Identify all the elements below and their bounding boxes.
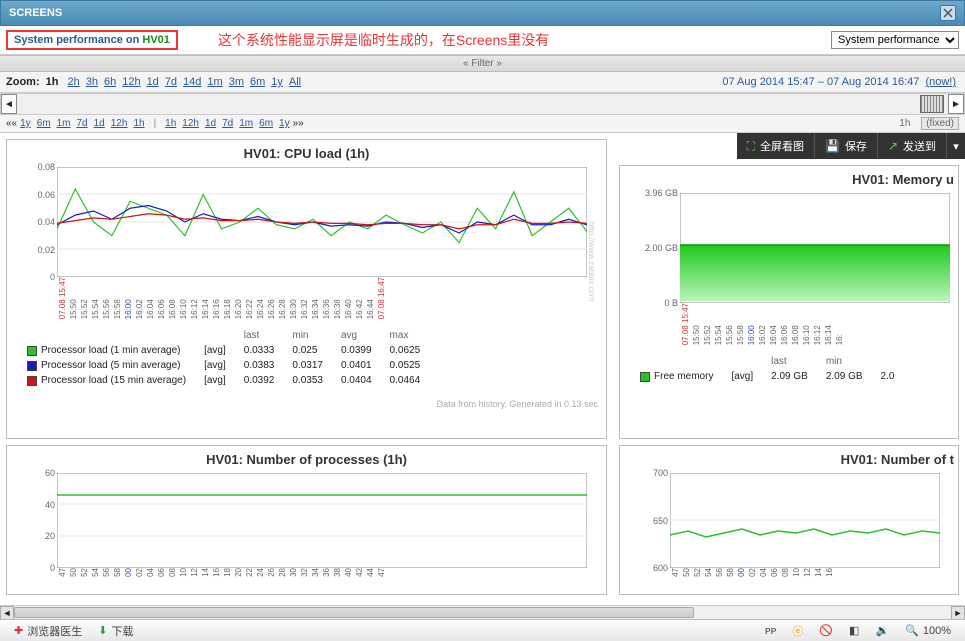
fullscreen-icon: ⛶	[747, 139, 755, 154]
scrollbar-thumb[interactable]	[14, 607, 694, 618]
block-icon[interactable]: 🚫	[819, 624, 833, 637]
time-from: 07 Aug 2014 15:47	[722, 76, 814, 88]
nav-link-1m[interactable]: 1m	[57, 118, 71, 129]
nav-link-7d[interactable]: 7d	[77, 118, 88, 129]
scroll-right-arrow[interactable]: ►	[951, 606, 965, 620]
zoom-link-6m[interactable]: 6m	[250, 76, 265, 88]
nav-back-icon: ««	[6, 118, 17, 129]
mem-chart	[680, 193, 950, 303]
time-slider[interactable]: ◄ ►	[0, 93, 965, 115]
time-now-link[interactable]: (now!)	[925, 76, 956, 88]
nav-link-1h[interactable]: 1h	[133, 118, 144, 129]
page-title-box: System performance on HV01	[6, 30, 178, 50]
nav-span-info: 1h	[899, 118, 910, 129]
zoom-link-3h[interactable]: 3h	[86, 76, 98, 88]
time-range: 07 Aug 2014 15:47 – 07 Aug 2014 16:47 (n…	[722, 76, 959, 88]
nav-link-1y[interactable]: 1y	[279, 118, 290, 129]
save-icon: 💾	[825, 139, 840, 153]
processes-panel: HV01: Number of processes (1h) 6040200 4…	[6, 445, 607, 595]
nav-link-6m[interactable]: 6m	[259, 118, 273, 129]
thread-chart	[670, 473, 940, 568]
window-titlebar: SCREENS	[0, 0, 965, 26]
thread-panel-title: HV01: Number of t	[620, 446, 958, 469]
cpu-legend-table: lastminavgmaxProcessor load (1 min avera…	[17, 327, 430, 389]
download-button[interactable]: ⬇下载	[98, 623, 133, 639]
content-area: HV01: CPU load (1h) http://www.zabbix.co…	[0, 133, 965, 601]
memory-panel: HV01: Memory u 3.96 GB2.00 GB0 B 07.08 1…	[619, 165, 959, 439]
cpu-footer: Data from history. Generated in 0.13 sec	[7, 397, 606, 413]
browser-doctor[interactable]: ✚浏览器医生	[14, 623, 82, 639]
zoom-link-3m[interactable]: 3m	[229, 76, 244, 88]
zoom-link-7d[interactable]: 7d	[165, 76, 177, 88]
annotation-text: 这个系统性能显示屏是临时生成的，在Screens里没有	[218, 30, 549, 50]
zoom-link-14d[interactable]: 14d	[183, 76, 201, 88]
zoom-active: 1h	[46, 76, 59, 88]
nav-link-1d[interactable]: 1d	[205, 118, 216, 129]
nav-link-7d[interactable]: 7d	[222, 118, 233, 129]
time-to: 07 Aug 2014 16:47	[827, 76, 919, 88]
cpu-panel-title: HV01: CPU load (1h)	[7, 140, 606, 163]
page-title-prefix: System performance on	[14, 34, 142, 46]
watermark: http://www.zabbix.com	[587, 222, 596, 302]
zoom-link-1m[interactable]: 1m	[207, 76, 222, 88]
proc-panel-title: HV01: Number of processes (1h)	[7, 446, 606, 469]
nav-fixed-toggle[interactable]: (fixed)	[921, 117, 959, 130]
slider-right-button[interactable]: ►	[948, 94, 964, 114]
zoom-indicator[interactable]: 🔍100%	[905, 624, 951, 637]
fullscreen-button[interactable]: ⛶全屏看图	[737, 133, 815, 159]
ie-mode-icon[interactable]: ⓔ	[792, 623, 803, 639]
window-title: SCREENS	[9, 7, 62, 19]
zoom-link-All[interactable]: All	[289, 76, 301, 88]
download-icon: ⬇	[98, 624, 107, 637]
nav-links-row: «« 1y6m1m7d1d12h1h | 1h12h1d7d1m6m1y »» …	[0, 115, 965, 133]
cpu-load-panel: HV01: CPU load (1h) http://www.zabbix.co…	[6, 139, 607, 439]
nav-link-1d[interactable]: 1d	[94, 118, 105, 129]
zoom-link-6h[interactable]: 6h	[104, 76, 116, 88]
nav-link-1y[interactable]: 1y	[20, 118, 31, 129]
close-icon	[943, 8, 953, 18]
close-button[interactable]	[940, 5, 956, 21]
mem-panel-title: HV01: Memory u	[620, 166, 958, 189]
mem-legend-table: lastminFree memory[avg]2.09 GB2.09 GB2.0	[630, 353, 904, 385]
nav-link-12h[interactable]: 12h	[182, 118, 199, 129]
send-icon: ↗	[888, 139, 898, 153]
scroll-left-arrow[interactable]: ◄	[0, 606, 14, 620]
medical-icon: ✚	[14, 624, 23, 637]
header-row: System performance on HV01 这个系统性能显示屏是临时生…	[0, 26, 965, 55]
cpu-chart	[57, 167, 587, 277]
zoom-icon: 🔍	[905, 624, 919, 637]
screen-select[interactable]: System performance	[831, 31, 959, 49]
nav-fwd-icon: »»	[293, 118, 304, 129]
sound-icon[interactable]: 🔉	[875, 624, 889, 637]
slider-left-button[interactable]: ◄	[1, 94, 17, 114]
threads-panel: HV01: Number of t 700650600 475052545658…	[619, 445, 959, 595]
zoom-link-1d[interactable]: 1d	[147, 76, 159, 88]
nav-link-1m[interactable]: 1m	[239, 118, 253, 129]
zoom-link-12h[interactable]: 12h	[122, 76, 140, 88]
sendto-button[interactable]: ↗发送到	[878, 133, 947, 159]
filter-bar[interactable]: « Filter »	[0, 55, 965, 72]
save-button[interactable]: 💾保存	[815, 133, 878, 159]
zoom-bar: Zoom: 1h 2h 3h 6h 12h 1d 7d 14d 1m 3m 6m 1y All 07 …	[0, 72, 965, 93]
page-title-host: HV01	[142, 34, 170, 46]
slider-handle[interactable]	[920, 95, 944, 113]
zoom-link-2h[interactable]: 2h	[67, 76, 79, 88]
proxy-icon[interactable]: ᴘᴘ	[765, 625, 776, 637]
sendto-dropdown[interactable]: ▾	[947, 133, 965, 159]
zoom-link-1y[interactable]: 1y	[271, 76, 283, 88]
browser-statusbar: ✚浏览器医生 ⬇下载 ᴘᴘ ⓔ 🚫 ◧ 🔉 🔍100%	[0, 619, 965, 641]
nav-link-1h[interactable]: 1h	[165, 118, 176, 129]
popup-icon[interactable]: ◧	[849, 624, 859, 637]
zoom-label: Zoom:	[6, 76, 40, 88]
proc-chart	[57, 473, 587, 568]
horizontal-scrollbar[interactable]: ◄ ►	[0, 605, 965, 619]
nav-link-12h[interactable]: 12h	[111, 118, 128, 129]
action-toolbar: ⛶全屏看图 💾保存 ↗发送到 ▾	[737, 133, 965, 159]
nav-link-6m[interactable]: 6m	[37, 118, 51, 129]
